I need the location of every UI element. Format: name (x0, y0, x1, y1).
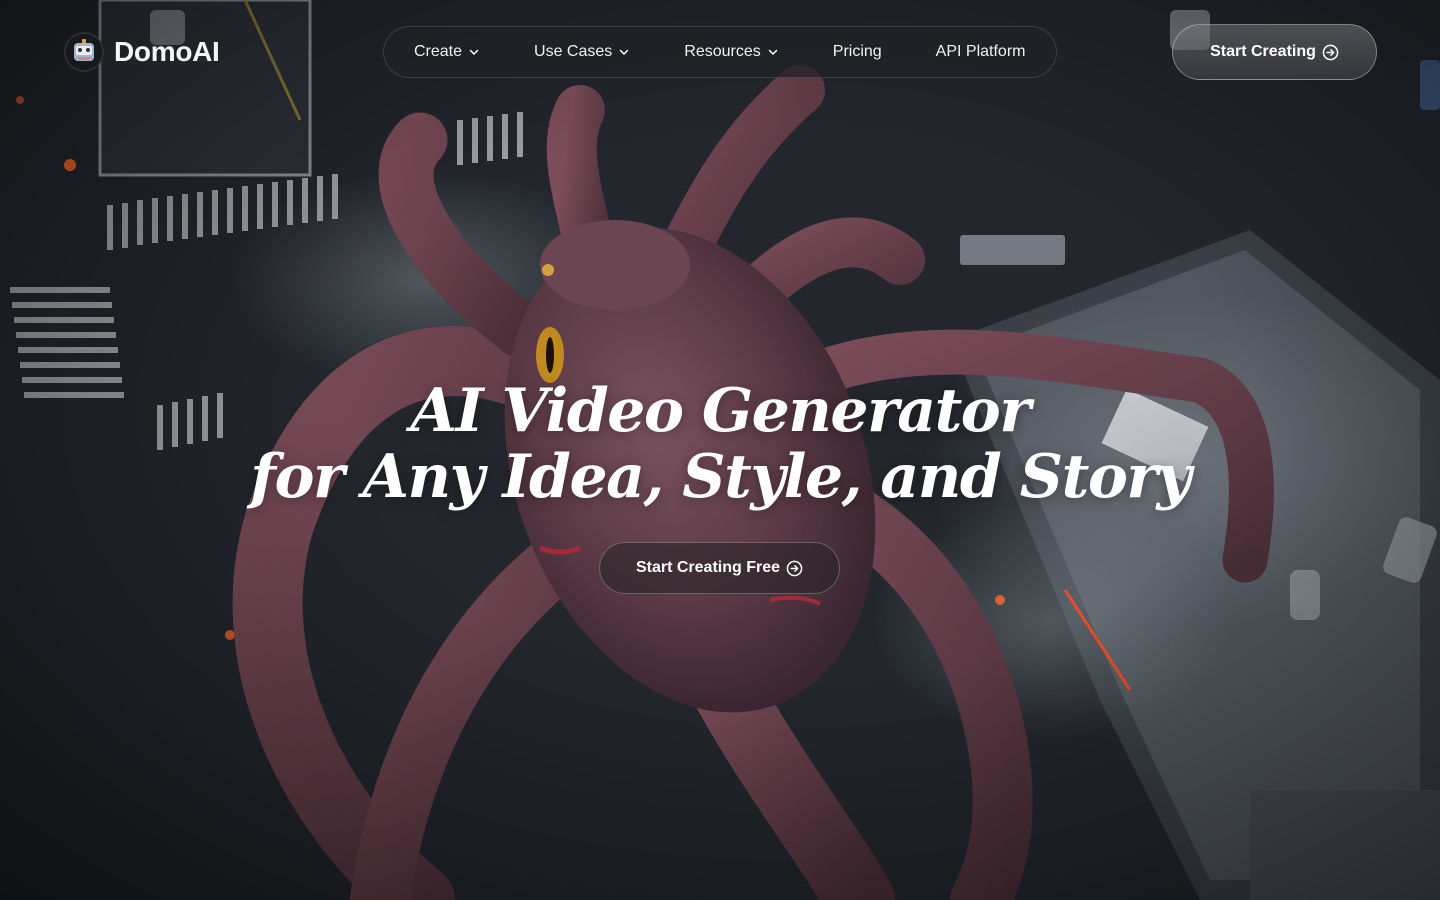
start-creating-free-button[interactable]: Start Creating Free (599, 542, 840, 594)
nav-item-use-cases[interactable]: Use Cases (534, 43, 630, 61)
brand-name: DomoAI (114, 36, 220, 67)
nav-item-pricing[interactable]: Pricing (833, 43, 882, 61)
chevron-down-icon (768, 49, 778, 55)
main-menu: Create Use Cases Resources Pricing API P… (383, 26, 1057, 78)
arrow-right-circle-icon (1322, 44, 1339, 60)
nav-item-resources[interactable]: Resources (684, 43, 778, 61)
nav-item-api-platform[interactable]: API Platform (936, 43, 1026, 61)
nav-item-create[interactable]: Create (414, 43, 480, 61)
nav-item-label: Create (414, 43, 463, 60)
chevron-down-icon (620, 49, 629, 55)
nav-item-label: Resources (684, 43, 761, 60)
start-creating-button[interactable]: Start Creating (1172, 24, 1377, 80)
brand-logo[interactable]: DomoAI (64, 32, 220, 72)
hero-headline-line-2: for Any Idea, Style, and Story (250, 442, 1191, 512)
nav-item-label: Pricing (832, 43, 882, 60)
arrow-right-circle-icon (786, 560, 803, 576)
hero-headline-line-1: AI Video Generator (410, 376, 1031, 446)
robot-face-icon (64, 32, 104, 72)
nav-item-label: API Platform (935, 43, 1026, 60)
chevron-down-icon (469, 49, 479, 55)
nav-item-label: Use Cases (534, 43, 613, 60)
top-navigation: DomoAI Create Use Cases Resources Pricin… (0, 0, 1440, 104)
start-creating-free-label: Start Creating Free (635, 559, 781, 576)
hero-headline: AI Video Generator for Any Idea, Style, … (0, 378, 1440, 510)
start-creating-label: Start Creating (1210, 43, 1316, 60)
